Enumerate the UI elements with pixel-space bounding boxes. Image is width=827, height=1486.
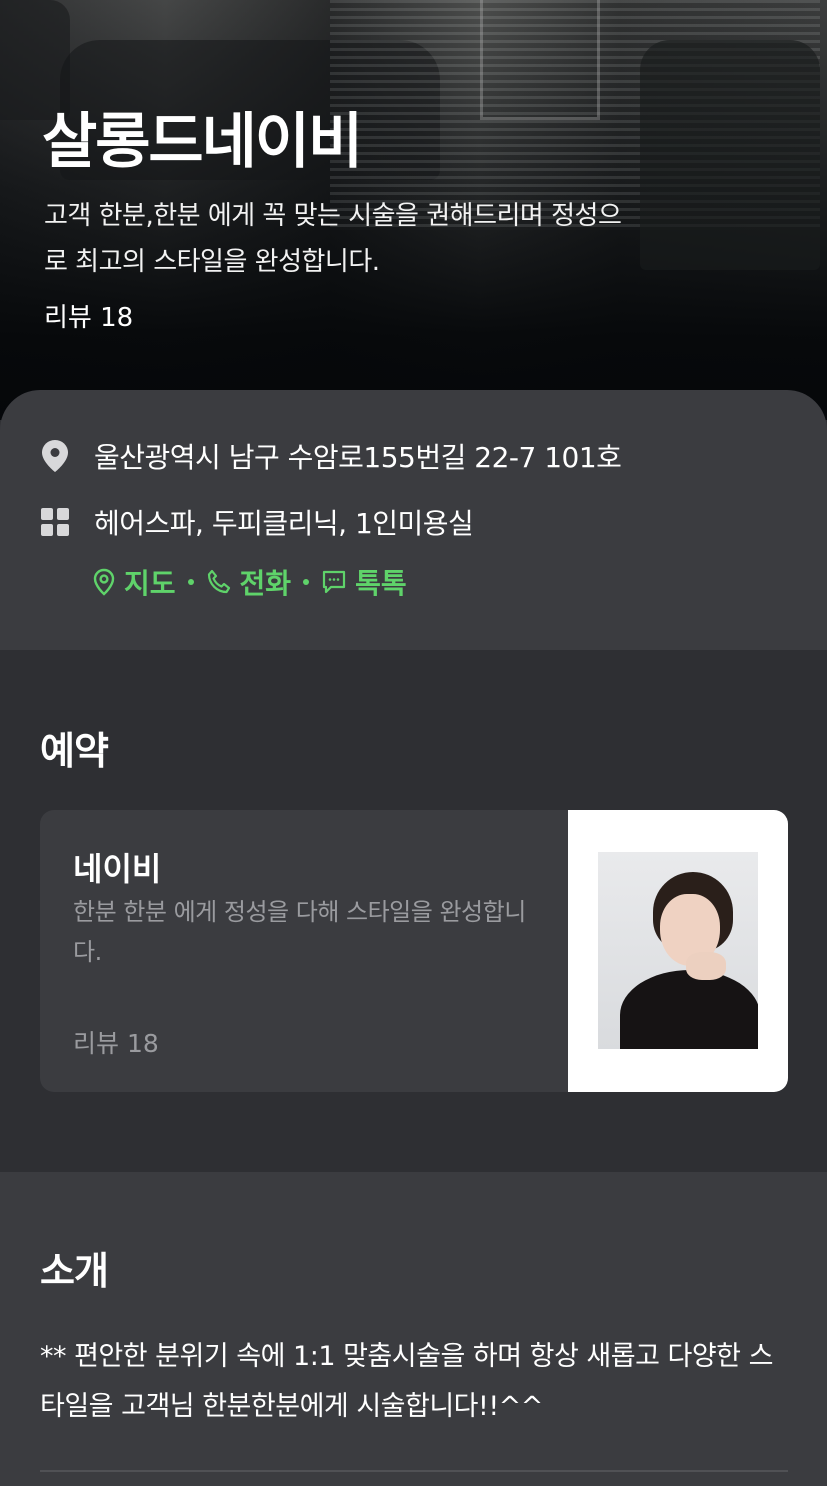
- map-link-label: 지도: [124, 567, 176, 600]
- category-text: 헤어스파, 두피클리닉, 1인미용실: [94, 507, 474, 540]
- map-link[interactable]: 지도: [92, 562, 176, 602]
- phone-link-label: 전화: [239, 567, 292, 600]
- talk-link[interactable]: 톡톡: [321, 562, 407, 602]
- map-pin-outline-icon: [93, 568, 115, 596]
- shop-review-count[interactable]: 리뷰 18: [44, 298, 133, 338]
- shop-description: 고객 한분,한분 에게 꼭 맞는 시술을 권해드리며 정성으로 최고의 스타일을…: [44, 201, 622, 277]
- category-row: 헤어스파, 두피클리닉, 1인미용실: [40, 502, 474, 542]
- shop-title: 살롱드네이비: [42, 107, 363, 177]
- phone-icon: [207, 569, 230, 594]
- reservation-section: 예약 네이비 한분 한분 에게 정성을 다해 스타일을 완성합니다. 리뷰 18: [0, 650, 827, 1172]
- reservation-card-review-count: 리뷰 18: [73, 1029, 159, 1058]
- reservation-card-photo-frame: [568, 810, 788, 1092]
- intro-section-title: 소개: [40, 1249, 109, 1293]
- chat-bubble-icon: [322, 570, 346, 594]
- reservation-card[interactable]: 네이비 한분 한분 에게 정성을 다해 스타일을 완성합니다. 리뷰 18: [40, 810, 788, 1092]
- phone-link[interactable]: 전화: [206, 562, 292, 602]
- photo-chair-right: [640, 40, 820, 270]
- contact-links: 지도 전화 톡톡: [92, 562, 407, 602]
- photo-shelf: [480, 0, 600, 120]
- reservation-card-name: 네이비: [73, 850, 162, 888]
- intro-text: ** 편안한 분위기 속에 1:1 맞춤시술을 하며 항상 새롭고 다양한 스타…: [40, 1341, 773, 1422]
- separator-dot: [303, 579, 310, 585]
- page: 살롱드네이비 고객 한분,한분 에게 꼭 맞는 시술을 권해드리며 정성으로 최…: [0, 0, 827, 1486]
- hero-banner: 살롱드네이비 고객 한분,한분 에게 꼭 맞는 시술을 권해드리며 정성으로 최…: [0, 0, 827, 420]
- address-row: 울산광역시 남구 수암로155번길 22-7 101호: [40, 436, 622, 476]
- location-pin-icon: [40, 440, 70, 472]
- talk-link-label: 톡톡: [355, 567, 407, 600]
- info-card: 울산광역시 남구 수암로155번길 22-7 101호 헤어스파, 두피클리닉,…: [0, 390, 827, 650]
- divider: [40, 1470, 788, 1472]
- portrait-body: [620, 970, 758, 1049]
- intro-section: 소개 ** 편안한 분위기 속에 1:1 맞춤시술을 하며 항상 새롭고 다양한…: [0, 1172, 827, 1486]
- separator-dot: [187, 579, 194, 585]
- reservation-section-title: 예약: [40, 729, 109, 773]
- address-text: 울산광역시 남구 수암로155번길 22-7 101호: [94, 441, 622, 474]
- reservation-card-description: 한분 한분 에게 정성을 다해 스타일을 완성합니다.: [73, 898, 526, 966]
- grid-icon: [40, 507, 70, 537]
- stylist-portrait: [598, 852, 758, 1049]
- portrait-hand: [686, 952, 726, 980]
